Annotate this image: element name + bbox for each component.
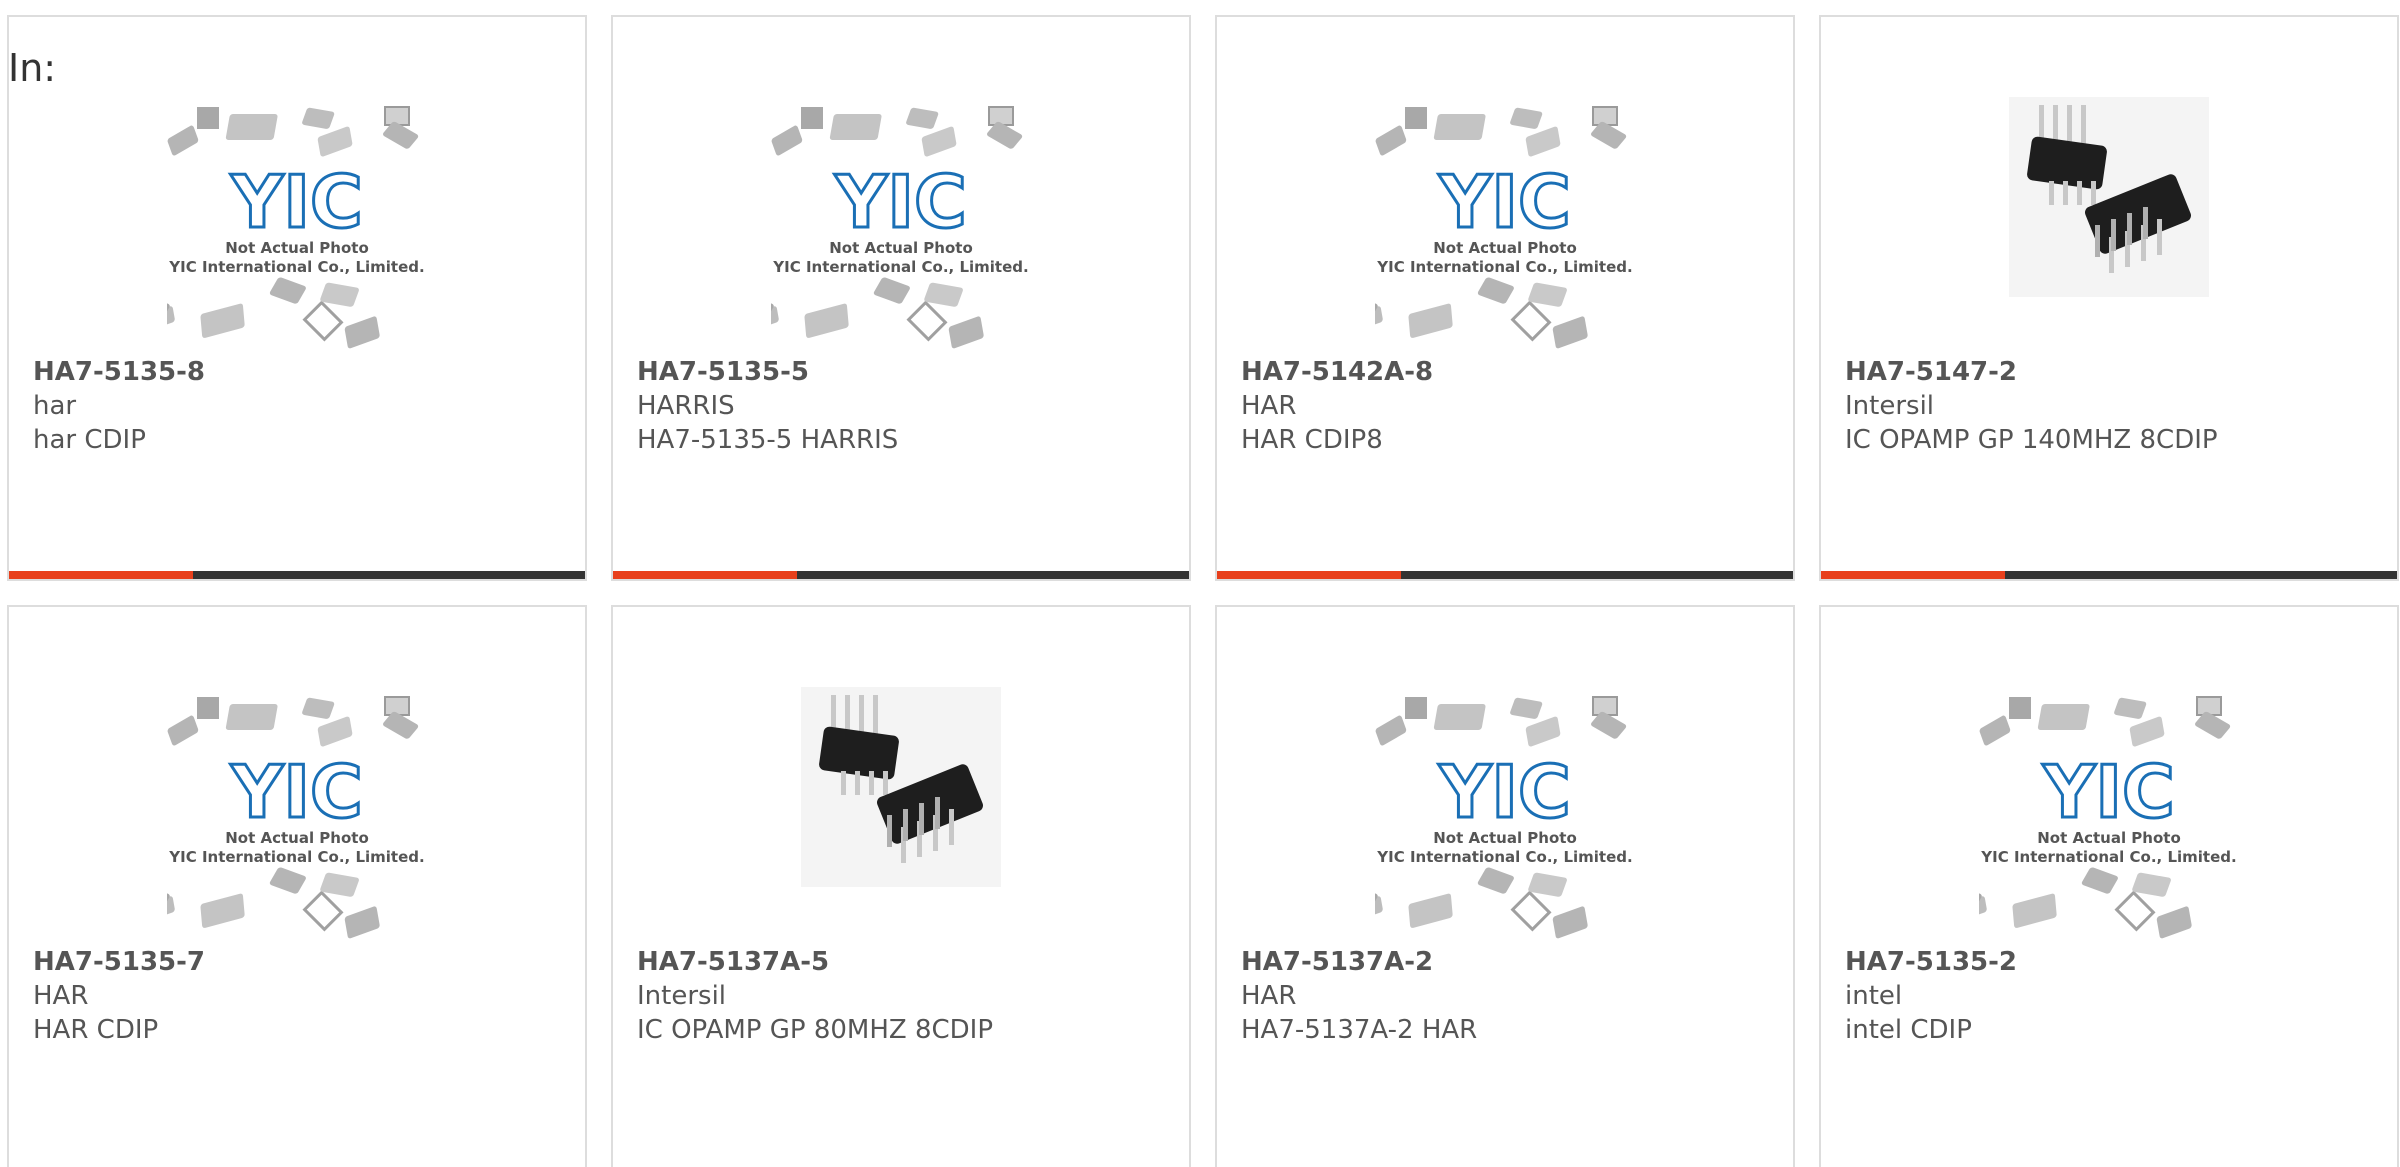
product-part-number[interactable]: HA7-5135-5 [637, 355, 1169, 389]
product-card[interactable]: YIC Not Actual Photo YIC International Co.… [7, 15, 587, 581]
product-info: HA7-5142A-8 HAR HAR CDIP8 [1241, 355, 1773, 457]
product-image[interactable]: YIC Not Actual Photo YIC International Co.… [1217, 687, 1793, 949]
placeholder-caption-line2: YIC International Co., Limited. [1376, 848, 1632, 866]
yic-logo: YIC [834, 160, 967, 244]
product-image[interactable]: YIC Not Actual Photo YIC International Co.… [9, 687, 585, 949]
product-description: IC OPAMP GP 140MHZ 8CDIP [1845, 425, 2218, 455]
product-part-number[interactable]: HA7-5137A-2 [1241, 945, 1773, 979]
product-description: HA7-5137A-2 HAR [1241, 1015, 1478, 1045]
product-brand: intel [1845, 981, 1903, 1011]
product-image[interactable]: YIC Not Actual Photo YIC International Co.… [1821, 687, 2397, 949]
product-info: HA7-5135-2 intel intel CDIP [1845, 945, 2377, 1047]
placeholder-photo-icon: YICNot Actual PhotoYIC International Co.… [1375, 696, 1633, 939]
card-progress-bar [9, 571, 585, 579]
placeholder-caption-line2: YIC International Co., Limited. [1376, 258, 1632, 276]
product-description: IC OPAMP GP 80MHZ 8CDIP [637, 1015, 994, 1045]
placeholder-caption-line1: Not Actual Photo [225, 239, 369, 257]
product-description: HAR CDIP8 [1241, 425, 1383, 455]
product-brand: HAR [1241, 981, 1297, 1011]
card-progress-fill [1217, 571, 1402, 579]
product-info: HA7-5135-5 HARRIS HA7-5135-5 HARRIS [637, 355, 1169, 457]
placeholder-caption-line2: YIC International Co., Limited. [168, 848, 424, 866]
product-part-number[interactable]: HA7-5135-7 [33, 945, 565, 979]
placeholder-caption-line1: Not Actual Photo [829, 239, 973, 257]
product-info: HA7-5137A-5 Intersil IC OPAMP GP 80MHZ 8… [637, 945, 1169, 1047]
placeholder-photo-icon: YICNot Actual PhotoYIC International Co.… [167, 106, 425, 349]
product-part-number[interactable]: HA7-5137A-5 [637, 945, 1169, 979]
placeholder-photo-icon: YICNot Actual PhotoYIC International Co.… [1375, 106, 1633, 349]
product-image[interactable] [1821, 97, 2397, 359]
placeholder-caption-line2: YIC International Co., Limited. [772, 258, 1028, 276]
product-part-number[interactable]: HA7-5135-8 [33, 355, 565, 389]
card-progress-fill [613, 571, 798, 579]
product-image[interactable]: YIC Not Actual Photo YIC International Co.… [1217, 97, 1793, 359]
yic-logo: YIC [230, 160, 363, 244]
product-description: intel CDIP [1845, 1015, 1972, 1045]
product-card[interactable]: YIC Not Actual Photo YIC International Co.… [611, 15, 1191, 581]
placeholder-caption-line1: Not Actual Photo [1433, 239, 1577, 257]
yic-logo: YIC [230, 750, 363, 834]
product-brand: HAR [1241, 391, 1297, 421]
placeholder-caption-line1: Not Actual Photo [2037, 829, 2181, 847]
product-part-number[interactable]: HA7-5135-2 [1845, 945, 2377, 979]
yic-logo: YIC [1438, 750, 1571, 834]
product-card[interactable]: YIC Not Actual Photo YIC International Co.… [1215, 605, 1795, 1167]
dip-chip-photo-icon [801, 687, 1001, 887]
product-description: har CDIP [33, 425, 146, 455]
product-description: HA7-5135-5 HARRIS [637, 425, 899, 455]
placeholder-caption-line1: Not Actual Photo [1433, 829, 1577, 847]
product-card[interactable]: HA7-5147-2 Intersil IC OPAMP GP 140MHZ 8… [1819, 15, 2399, 581]
product-info: HA7-5135-8 har har CDIP [33, 355, 565, 457]
product-brand: Intersil [637, 981, 727, 1011]
placeholder-caption-line2: YIC International Co., Limited. [168, 258, 424, 276]
product-info: HA7-5135-7 HAR HAR CDIP [33, 945, 565, 1047]
product-description: HAR CDIP [33, 1015, 159, 1045]
product-part-number[interactable]: HA7-5142A-8 [1241, 355, 1773, 389]
product-card[interactable]: YIC Not Actual Photo YIC International Co.… [7, 605, 587, 1167]
card-progress-bar [1217, 571, 1793, 579]
product-brand: HARRIS [637, 391, 735, 421]
yic-logo: YIC [2042, 750, 2175, 834]
dip-chip-photo-icon [2009, 97, 2209, 297]
card-progress-fill [9, 571, 194, 579]
product-brand: Intersil [1845, 391, 1935, 421]
product-listing-page: In: YIC Not Actual Photo YIC International… [0, 0, 2400, 1167]
placeholder-photo-icon: YICNot Actual PhotoYIC International Co.… [771, 106, 1029, 349]
product-card[interactable]: YIC Not Actual Photo YIC International Co.… [1215, 15, 1795, 581]
placeholder-photo-icon: YICNot Actual PhotoYIC International Co.… [167, 696, 425, 939]
product-image[interactable] [613, 687, 1189, 949]
product-image[interactable]: YIC Not Actual Photo YIC International Co.… [613, 97, 1189, 359]
yic-logo: YIC [1438, 160, 1571, 244]
card-progress-bar [613, 571, 1189, 579]
product-image[interactable]: YIC Not Actual Photo YIC International Co.… [9, 97, 585, 359]
placeholder-caption-line2: YIC International Co., Limited. [1980, 848, 2236, 866]
card-progress-bar [1821, 571, 2397, 579]
product-info: HA7-5137A-2 HAR HA7-5137A-2 HAR [1241, 945, 1773, 1047]
product-card[interactable]: YIC Not Actual Photo YIC International Co.… [1819, 605, 2399, 1167]
product-part-number[interactable]: HA7-5147-2 [1845, 355, 2377, 389]
placeholder-caption-line1: Not Actual Photo [225, 829, 369, 847]
placeholder-photo-icon: YICNot Actual PhotoYIC International Co.… [1979, 696, 2237, 939]
product-grid: YIC Not Actual Photo YIC International Co.… [7, 15, 2400, 1167]
product-info: HA7-5147-2 Intersil IC OPAMP GP 140MHZ 8… [1845, 355, 2377, 457]
product-card[interactable]: HA7-5137A-5 Intersil IC OPAMP GP 80MHZ 8… [611, 605, 1191, 1167]
filter-prefix-label: In: [8, 46, 57, 90]
product-brand: har [33, 391, 77, 421]
card-progress-fill [1821, 571, 2006, 579]
product-brand: HAR [33, 981, 89, 1011]
